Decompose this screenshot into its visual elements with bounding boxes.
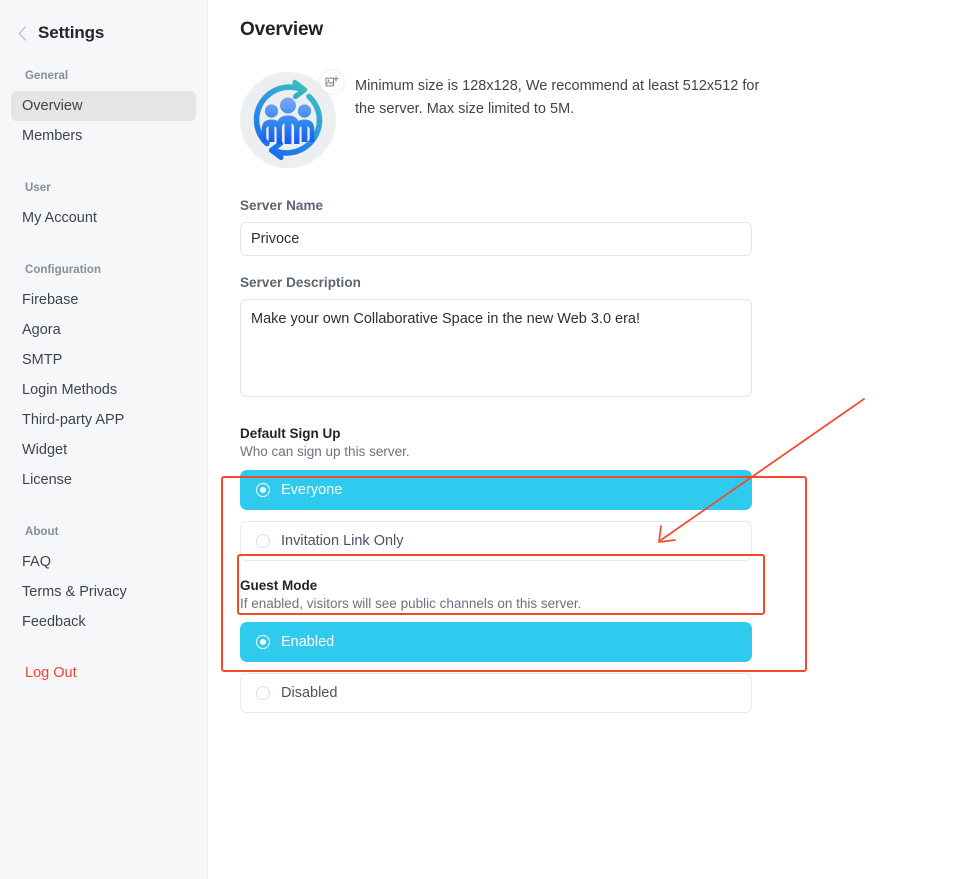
server-description-field-block: Server Description [240, 275, 960, 402]
default-sign-up-subtitle: Who can sign up this server. [240, 444, 410, 459]
sidebar-item-label: Agora [22, 322, 61, 338]
sidebar-item-label: Third-party APP [22, 412, 125, 428]
default-sign-up-section: Default Sign Up Who can sign up this ser… [240, 426, 960, 561]
radio-unselected-icon [256, 686, 270, 700]
sidebar-item-label: Members [22, 128, 83, 144]
guest-mode-title: Guest Mode [240, 578, 318, 593]
sidebar-item-overview[interactable]: Overview [11, 91, 196, 121]
nav-group-label: About [25, 526, 59, 538]
sidebar-item-smtp[interactable]: SMTP [11, 345, 196, 375]
page-title: Overview [240, 19, 323, 40]
sidebar-item-label: Feedback [22, 614, 86, 630]
nav-group-label: User [25, 182, 51, 194]
nav-group-configuration: Configuration Firebase Agora SMTP Login … [0, 264, 207, 495]
sidebar-item-members[interactable]: Members [11, 121, 196, 151]
avatar-size-hint: Minimum size is 128x128, We recommend at… [355, 78, 760, 117]
sidebar-item-agora[interactable]: Agora [11, 315, 196, 345]
nav-group-user: User My Account [0, 182, 207, 233]
server-avatar-row: Minimum size is 128x128, We recommend at… [240, 70, 960, 168]
nav-group-label: General [25, 70, 69, 82]
sidebar-item-label: Overview [22, 98, 83, 114]
sidebar-item-third-party-app[interactable]: Third-party APP [11, 405, 196, 435]
guest-mode-subtitle: If enabled, visitors will see public cha… [240, 596, 582, 611]
settings-sidebar: Settings General Overview Members User M… [0, 0, 208, 879]
add-image-icon[interactable] [320, 70, 344, 94]
guest-mode-option-disabled[interactable]: Disabled [240, 673, 752, 713]
server-name-field-block: Server Name [240, 198, 960, 256]
guest-mode-option-enabled[interactable]: Enabled [240, 622, 752, 662]
option-label: Everyone [281, 482, 343, 498]
sidebar-header: Settings [0, 18, 207, 48]
sidebar-item-label: FAQ [22, 554, 52, 570]
sidebar-item-label: License [22, 472, 72, 488]
server-form: Server Name Server Description [240, 198, 960, 402]
sidebar-item-my-account[interactable]: My Account [11, 203, 196, 233]
sidebar-item-terms-privacy[interactable]: Terms & Privacy [11, 577, 196, 607]
nav-group-general: General Overview Members [0, 70, 207, 151]
sidebar-item-label: My Account [22, 210, 97, 226]
nav-group-label: Configuration [25, 264, 102, 276]
sidebar-item-widget[interactable]: Widget [11, 435, 196, 465]
sidebar-item-feedback[interactable]: Feedback [11, 607, 196, 637]
option-label: Enabled [281, 634, 335, 650]
guest-mode-section: Guest Mode If enabled, visitors will see… [240, 578, 960, 713]
server-description-input[interactable] [240, 299, 752, 397]
radio-selected-icon [256, 635, 270, 649]
sidebar-item-label: Terms & Privacy [22, 584, 127, 600]
sidebar-item-label: SMTP [22, 352, 63, 368]
server-name-label: Server Name [240, 198, 324, 213]
signup-option-invitation-link-only[interactable]: Invitation Link Only [240, 521, 752, 561]
sidebar-item-login-methods[interactable]: Login Methods [11, 375, 196, 405]
nav-group-about: About FAQ Terms & Privacy Feedback [0, 526, 207, 637]
sidebar-item-firebase[interactable]: Firebase [11, 285, 196, 315]
log-out-button[interactable]: Log Out [0, 665, 207, 681]
sidebar-item-label: Login Methods [22, 382, 118, 398]
option-label: Disabled [281, 685, 338, 701]
option-label: Invitation Link Only [281, 533, 404, 549]
sidebar-item-label: Widget [22, 442, 68, 458]
sidebar-item-label: Firebase [22, 292, 79, 308]
sidebar-item-license[interactable]: License [11, 465, 196, 495]
radio-selected-icon [256, 483, 270, 497]
sidebar-item-faq[interactable]: FAQ [11, 547, 196, 577]
default-sign-up-title: Default Sign Up [240, 426, 341, 441]
chevron-left-icon[interactable] [14, 25, 30, 41]
signup-option-everyone[interactable]: Everyone [240, 470, 752, 510]
server-name-input[interactable] [240, 222, 752, 256]
sidebar-title: Settings [38, 23, 105, 42]
overview-panel: Overview Minimum size is 128x128, We rec… [208, 0, 960, 879]
radio-unselected-icon [256, 534, 270, 548]
server-description-label: Server Description [240, 275, 361, 290]
avatar-wrapper [240, 70, 344, 168]
settings-window: Settings General Overview Members User M… [0, 0, 960, 879]
